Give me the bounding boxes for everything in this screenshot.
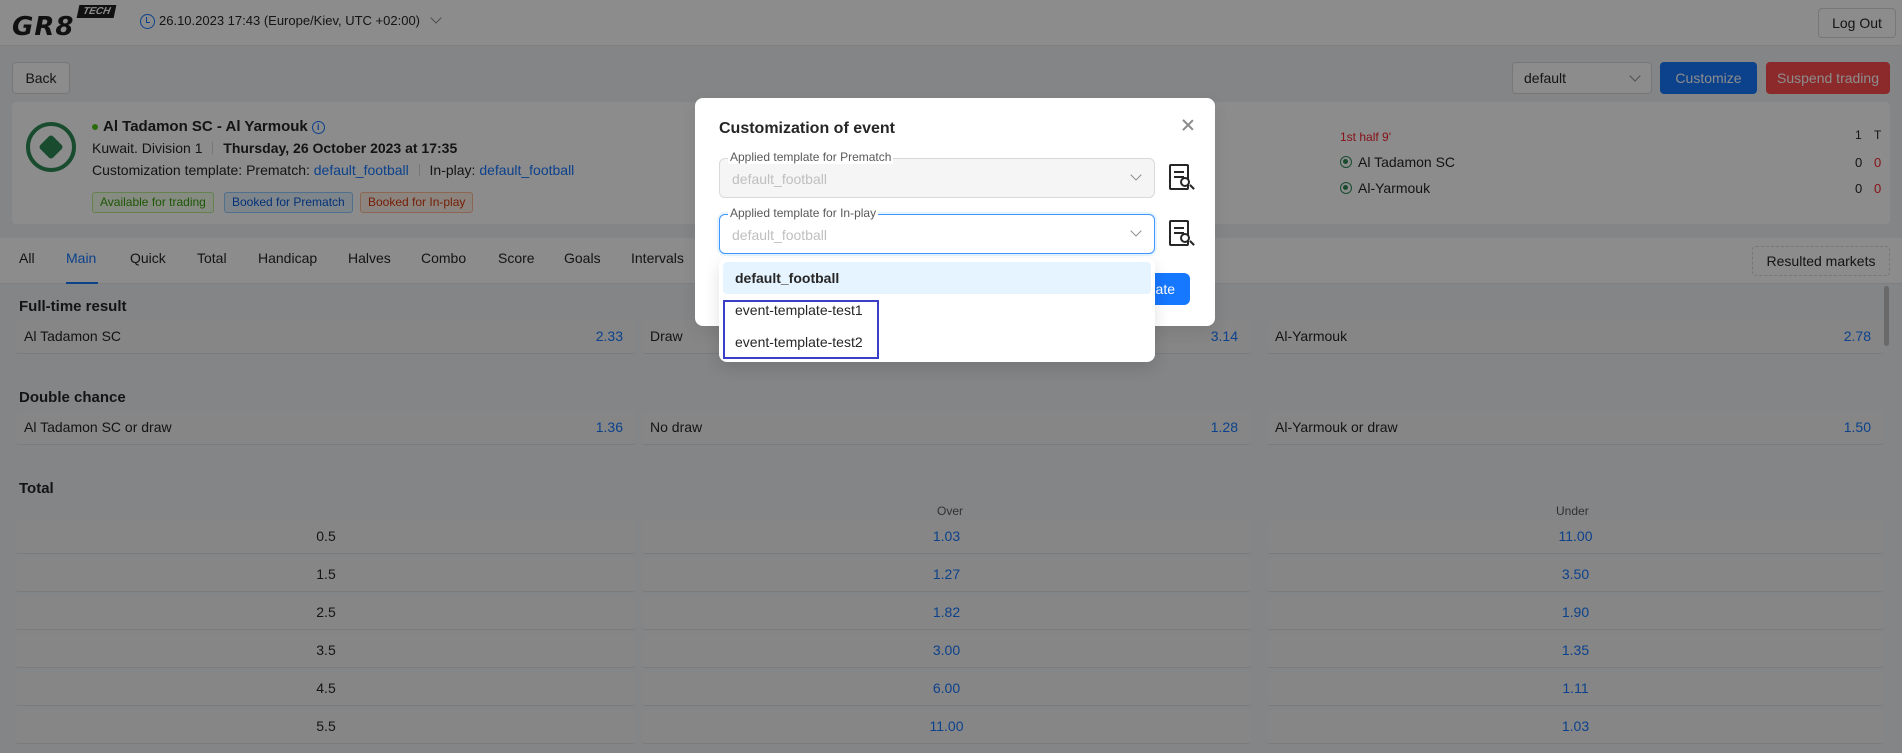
annotation-highlight-box [723, 300, 879, 359]
prematch-template-label: Applied template for Prematch [728, 150, 894, 164]
close-icon[interactable] [1179, 116, 1197, 134]
modal-title: Customization of event [719, 120, 896, 137]
dropdown-option[interactable]: default_football [723, 262, 1151, 294]
template-preview-icon[interactable] [1167, 162, 1195, 194]
chevron-down-icon [1130, 169, 1142, 181]
prematch-template-value: default_football [732, 171, 827, 187]
chevron-down-icon [1130, 225, 1142, 237]
prematch-template-select[interactable]: Applied template for Prematch default_fo… [719, 150, 1155, 198]
inplay-template-placeholder: default_football [732, 227, 827, 243]
template-preview-icon[interactable] [1167, 218, 1195, 250]
inplay-template-label: Applied template for In-play [728, 206, 879, 220]
inplay-template-select[interactable]: Applied template for In-play default_foo… [719, 206, 1155, 254]
